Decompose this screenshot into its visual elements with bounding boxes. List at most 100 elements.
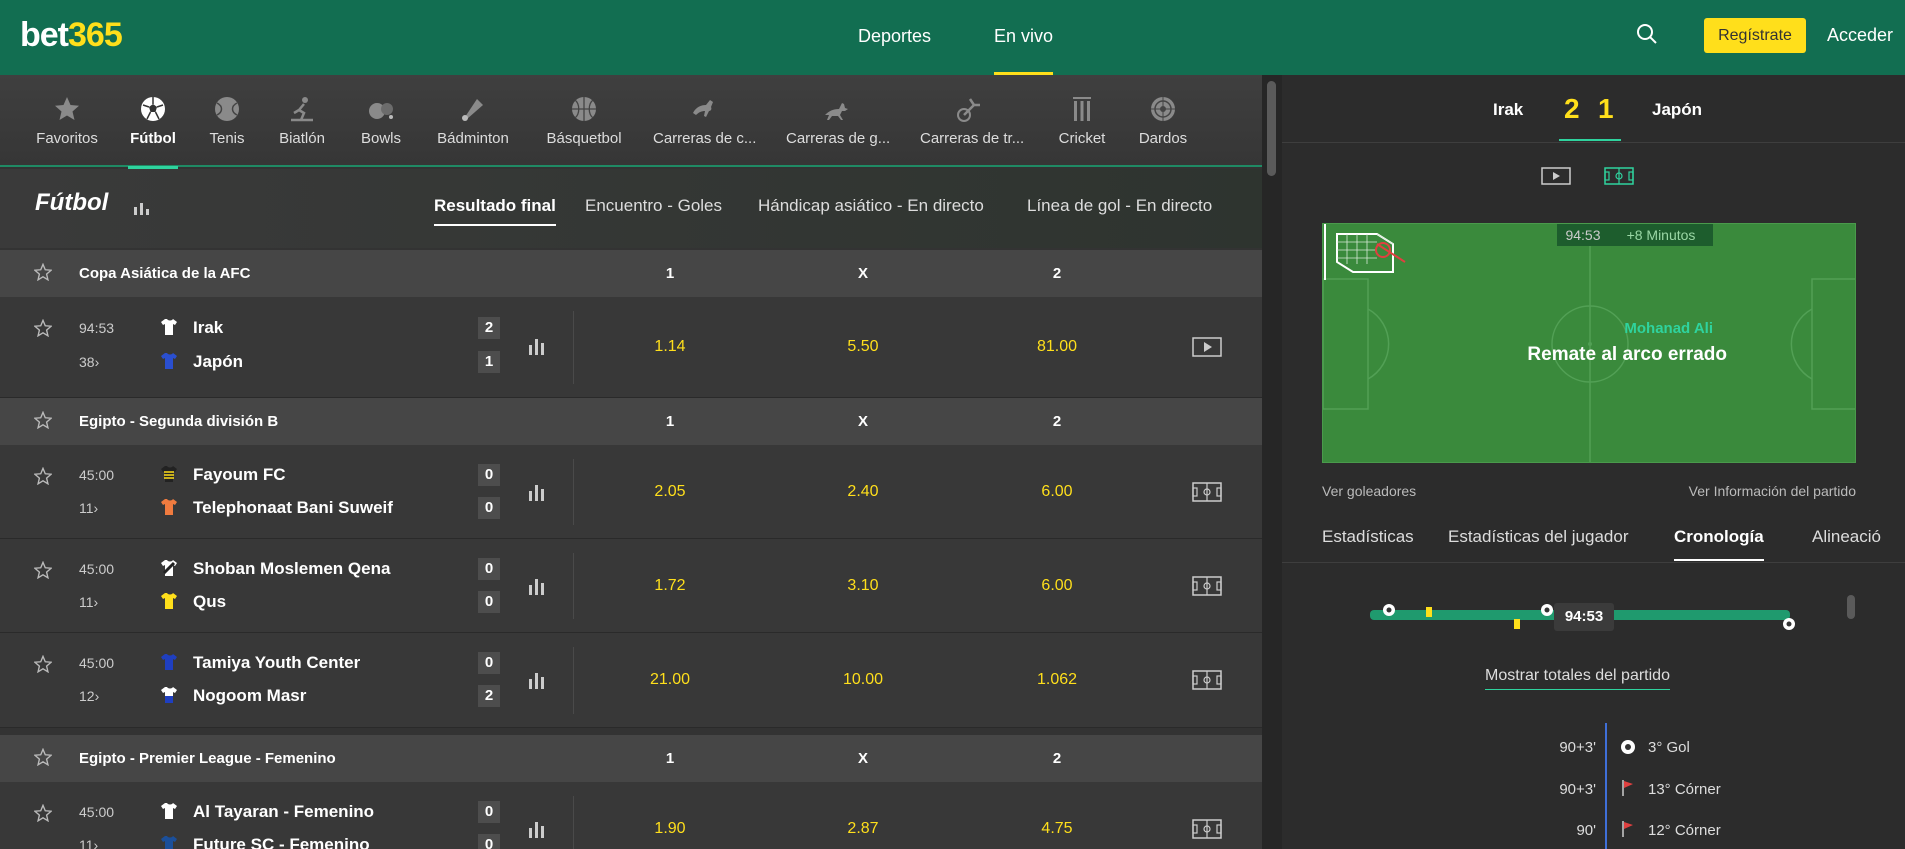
event-markets-count[interactable]: 11›	[79, 837, 98, 849]
pitch-icon[interactable]	[1604, 166, 1634, 186]
sport-futbol[interactable]: Fútbol	[128, 75, 178, 169]
stats-icon[interactable]	[528, 671, 546, 689]
video-icon[interactable]	[1541, 166, 1571, 186]
events-scrollbar[interactable]	[1262, 75, 1282, 849]
pitch-icon[interactable]	[1192, 576, 1222, 596]
odds-2[interactable]: 6.00	[1007, 577, 1107, 595]
event-markets-count[interactable]: 11›	[79, 500, 98, 516]
competition-header[interactable]: Copa Asiática de la AFC 1 X 2	[0, 250, 1262, 297]
timeline-time: 90+3'	[1559, 781, 1596, 798]
team-kit-icon	[161, 499, 177, 515]
odds-1[interactable]: 21.00	[620, 671, 720, 689]
odds-1[interactable]: 1.90	[620, 820, 720, 838]
odds-2[interactable]: 6.00	[1007, 483, 1107, 501]
odds-2[interactable]: 1.062	[1007, 671, 1107, 689]
pitch-icon[interactable]	[1192, 819, 1222, 839]
nav-live[interactable]: En vivo	[994, 0, 1054, 75]
scorers-link[interactable]: Ver goleadores	[1322, 483, 1416, 499]
stats-icon[interactable]	[528, 337, 546, 355]
event-row[interactable]: 45:00 11› Shoban Moslemen Qena Qus 0 0 1…	[0, 539, 1262, 633]
bowls-icon	[369, 103, 393, 119]
star-outline-icon[interactable]	[34, 411, 52, 429]
sport-carreras-trotones[interactable]: Carreras de tr...	[920, 75, 1024, 167]
col-2: 2	[1052, 413, 1062, 430]
home-score: 0	[478, 464, 500, 486]
sport-carreras-caballos[interactable]: Carreras de c...	[653, 75, 756, 167]
sport-tenis[interactable]: Tenis	[205, 75, 249, 167]
event-row[interactable]: 94:53 38› Irak Japón 2 1 1.14 5.50 81.00	[0, 297, 1262, 398]
event-row[interactable]: 45:00 11› Al Tayaran - Femenino Future S…	[0, 782, 1262, 849]
bet365-logo[interactable]: bet365	[20, 16, 123, 55]
tab-estadisticas-jugador[interactable]: Estadísticas del jugador	[1448, 527, 1629, 547]
away-score-big: 1	[1598, 93, 1614, 124]
star-outline-icon[interactable]	[34, 561, 52, 579]
tab-linea-de-gol[interactable]: Línea de gol - En directo	[1027, 196, 1212, 216]
odds-1[interactable]: 1.14	[620, 338, 720, 356]
odds-2[interactable]: 4.75	[1007, 820, 1107, 838]
event-markets-count[interactable]: 11›	[79, 594, 98, 610]
stats-icon[interactable]	[528, 483, 546, 501]
tab-encuentro-goles[interactable]: Encuentro - Goles	[585, 196, 722, 216]
corner-flag-icon	[1622, 821, 1633, 837]
stats-icon[interactable]	[528, 577, 546, 595]
sport-dardos[interactable]: Dardos	[1135, 75, 1191, 167]
stats-icon[interactable]	[528, 820, 546, 838]
search-icon[interactable]	[1635, 22, 1659, 46]
star-outline-icon[interactable]	[34, 467, 52, 485]
register-button[interactable]: Regístrate	[1704, 18, 1806, 53]
sport-cricket[interactable]: Cricket	[1057, 75, 1107, 167]
top-header: bet365 Deportes En vivo Regístrate Acced…	[0, 0, 1905, 75]
pitch-icon[interactable]	[1192, 482, 1222, 502]
tab-alineacion[interactable]: Alineació	[1812, 527, 1881, 547]
tab-handicap-asiatico[interactable]: Hándicap asiático - En directo	[758, 196, 984, 216]
section-header: Fútbol Resultado final Encuentro - Goles…	[0, 169, 1262, 248]
odds-x[interactable]: 2.40	[813, 483, 913, 501]
sport-biatlon[interactable]: Biatlón	[277, 75, 327, 167]
star-outline-icon[interactable]	[34, 748, 52, 766]
odds-x[interactable]: 5.50	[813, 338, 913, 356]
stats-chart-icon[interactable]	[133, 199, 151, 215]
timeline-scrollbar[interactable]	[1847, 595, 1855, 619]
video-icon[interactable]	[1192, 337, 1222, 357]
away-team: Japón	[193, 352, 244, 371]
star-outline-icon[interactable]	[34, 263, 52, 281]
section-title: Fútbol	[35, 189, 109, 216]
star-outline-icon[interactable]	[34, 655, 52, 673]
show-totals-link[interactable]: Mostrar totales del partido	[1485, 667, 1670, 690]
soccer-ball-icon	[141, 97, 165, 121]
odds-x[interactable]: 10.00	[813, 671, 913, 689]
event-markets-count[interactable]: 12›	[79, 688, 99, 704]
star-outline-icon[interactable]	[34, 804, 52, 822]
event-time: 45:00	[79, 804, 115, 820]
tab-cronologia[interactable]: Cronología	[1674, 527, 1764, 561]
event-row[interactable]: 45:00 11› Fayoum FC Telephonaat Bani Suw…	[0, 445, 1262, 539]
tab-estadisticas[interactable]: Estadísticas	[1322, 527, 1414, 547]
home-score: 0	[478, 801, 500, 823]
team-kit-icon	[161, 803, 177, 819]
sport-basquetbol[interactable]: Básquetbol	[545, 75, 623, 167]
match-info-link[interactable]: Ver Información del partido	[1682, 483, 1856, 499]
odds-1[interactable]: 2.05	[620, 483, 720, 501]
odds-x[interactable]: 2.87	[813, 820, 913, 838]
sport-favoritos[interactable]: Favoritos	[30, 75, 104, 167]
home-score: 2	[478, 317, 500, 339]
competition-header[interactable]: Egipto - Premier League - Femenino 1 X 2	[0, 735, 1262, 782]
sport-bowls[interactable]: Bowls	[356, 75, 406, 167]
match-clock: 94:53 +8 Minutos	[1557, 224, 1713, 246]
login-button[interactable]: Acceder	[1827, 18, 1893, 53]
sport-carreras-galgos[interactable]: Carreras de g...	[786, 75, 890, 167]
tab-resultado-final[interactable]: Resultado final	[434, 196, 556, 226]
event-row[interactable]: 45:00 12› Tamiya Youth Center Nogoom Mas…	[0, 633, 1262, 728]
nav-sports[interactable]: Deportes	[858, 0, 931, 75]
event-time: 45:00	[79, 655, 115, 671]
sport-badminton[interactable]: Bádminton	[433, 75, 513, 167]
away-team: Future SC - Femenino	[193, 835, 370, 849]
scrollbar-thumb[interactable]	[1267, 81, 1276, 176]
pitch-icon[interactable]	[1192, 670, 1222, 690]
competition-header[interactable]: Egipto - Segunda división B 1 X 2	[0, 398, 1262, 445]
odds-1[interactable]: 1.72	[620, 577, 720, 595]
star-outline-icon[interactable]	[34, 319, 52, 337]
event-markets-count[interactable]: 38›	[79, 354, 99, 370]
odds-x[interactable]: 3.10	[813, 577, 913, 595]
odds-2[interactable]: 81.00	[1007, 338, 1107, 356]
